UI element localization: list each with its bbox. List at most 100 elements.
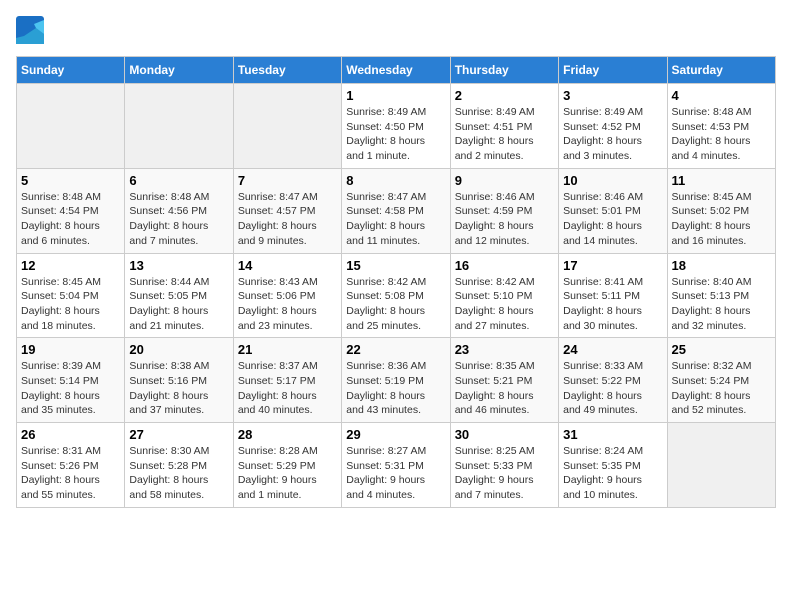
day-of-week-header: Friday [559, 57, 667, 84]
day-number: 3 [563, 88, 662, 103]
calendar-cell: 6 Sunrise: 8:48 AM Sunset: 4:56 PM Daylig… [125, 168, 233, 253]
day-info: Sunrise: 8:30 AM Sunset: 5:28 PM Dayligh… [129, 444, 228, 503]
day-of-week-header: Wednesday [342, 57, 450, 84]
day-number: 17 [563, 258, 662, 273]
calendar-cell: 22Sunrise: 8:36 AM Sunset: 5:19 PM Dayli… [342, 338, 450, 423]
calendar-cell: 23 Sunrise: 8:35 AM Sunset: 5:21 PM Dayli… [450, 338, 558, 423]
calendar-week-row: 1 Sunrise: 8:49 AM Sunset: 4:50 PM Daylig… [17, 84, 776, 169]
day-info: Sunrise: 8:45 AM Sunset: 5:02 PM Dayligh… [672, 190, 771, 249]
day-info: Sunrise: 8:46 AM Sunset: 4:59 PM Dayligh… [455, 190, 554, 249]
page-header [16, 16, 776, 44]
calendar-cell: 10 Sunrise: 8:46 AM Sunset: 5:01 PM Dayli… [559, 168, 667, 253]
calendar-cell: 15 Sunrise: 8:42 AM Sunset: 5:08 PM Dayli… [342, 253, 450, 338]
day-info: Sunrise: 8:49 AM Sunset: 4:52 PM Dayligh… [563, 105, 662, 164]
calendar-cell: 13 Sunrise: 8:44 AM Sunset: 5:05 PM Dayli… [125, 253, 233, 338]
day-info: Sunrise: 8:48 AM Sunset: 4:54 PM Dayligh… [21, 190, 120, 249]
day-of-week-header: Tuesday [233, 57, 341, 84]
day-number: 14 [238, 258, 337, 273]
day-number: 13 [129, 258, 228, 273]
day-info: Sunrise: 8:47 AM Sunset: 4:57 PM Dayligh… [238, 190, 337, 249]
day-info: Sunrise: 8:46 AM Sunset: 5:01 PM Dayligh… [563, 190, 662, 249]
calendar-cell: 26 Sunrise: 8:31 AM Sunset: 5:26 PM Dayli… [17, 423, 125, 508]
day-info: Sunrise: 8:24 AM Sunset: 5:35 PM Dayligh… [563, 444, 662, 503]
day-info: Sunrise: 8:45 AM Sunset: 5:04 PM Dayligh… [21, 275, 120, 334]
day-info: Sunrise: 8:44 AM Sunset: 5:05 PM Dayligh… [129, 275, 228, 334]
calendar-cell: 11 Sunrise: 8:45 AM Sunset: 5:02 PM Dayli… [667, 168, 775, 253]
calendar-cell: 4Sunrise: 8:48 AM Sunset: 4:53 PM Daylig… [667, 84, 775, 169]
day-number: 19 [21, 342, 120, 357]
day-number: 28 [238, 427, 337, 442]
day-number: 21 [238, 342, 337, 357]
calendar-cell: 27Sunrise: 8:30 AM Sunset: 5:28 PM Dayli… [125, 423, 233, 508]
calendar-cell: 31 Sunrise: 8:24 AM Sunset: 5:35 PM Dayli… [559, 423, 667, 508]
calendar-cell: 30 Sunrise: 8:25 AM Sunset: 5:33 PM Dayli… [450, 423, 558, 508]
day-info: Sunrise: 8:42 AM Sunset: 5:08 PM Dayligh… [346, 275, 445, 334]
calendar-cell: 19 Sunrise: 8:39 AM Sunset: 5:14 PM Dayli… [17, 338, 125, 423]
day-number: 7 [238, 173, 337, 188]
day-number: 8 [346, 173, 445, 188]
day-number: 16 [455, 258, 554, 273]
calendar-cell: 12 Sunrise: 8:45 AM Sunset: 5:04 PM Dayli… [17, 253, 125, 338]
logo-icon [16, 16, 44, 44]
day-number: 25 [672, 342, 771, 357]
calendar-cell: 18 Sunrise: 8:40 AM Sunset: 5:13 PM Dayli… [667, 253, 775, 338]
day-number: 12 [21, 258, 120, 273]
day-number: 6 [129, 173, 228, 188]
day-number: 2 [455, 88, 554, 103]
calendar-week-row: 19 Sunrise: 8:39 AM Sunset: 5:14 PM Dayli… [17, 338, 776, 423]
calendar-cell: 1 Sunrise: 8:49 AM Sunset: 4:50 PM Daylig… [342, 84, 450, 169]
day-number: 23 [455, 342, 554, 357]
day-number: 29 [346, 427, 445, 442]
calendar-cell: 21 Sunrise: 8:37 AM Sunset: 5:17 PM Dayli… [233, 338, 341, 423]
day-number: 15 [346, 258, 445, 273]
day-info: Sunrise: 8:47 AM Sunset: 4:58 PM Dayligh… [346, 190, 445, 249]
day-number: 31 [563, 427, 662, 442]
calendar-cell: 24 Sunrise: 8:33 AM Sunset: 5:22 PM Dayli… [559, 338, 667, 423]
calendar-cell: 3 Sunrise: 8:49 AM Sunset: 4:52 PM Daylig… [559, 84, 667, 169]
calendar-week-row: 12 Sunrise: 8:45 AM Sunset: 5:04 PM Dayli… [17, 253, 776, 338]
day-number: 1 [346, 88, 445, 103]
day-info: Sunrise: 8:32 AM Sunset: 5:24 PM Dayligh… [672, 359, 771, 418]
day-number: 4 [672, 88, 771, 103]
calendar-cell: 5 Sunrise: 8:48 AM Sunset: 4:54 PM Daylig… [17, 168, 125, 253]
calendar-cell [233, 84, 341, 169]
calendar-cell [125, 84, 233, 169]
day-number: 5 [21, 173, 120, 188]
calendar-cell: 16 Sunrise: 8:42 AM Sunset: 5:10 PM Dayli… [450, 253, 558, 338]
day-of-week-header: Monday [125, 57, 233, 84]
day-of-week-header: Saturday [667, 57, 775, 84]
calendar-cell: 20Sunrise: 8:38 AM Sunset: 5:16 PM Dayli… [125, 338, 233, 423]
calendar-cell [17, 84, 125, 169]
day-number: 24 [563, 342, 662, 357]
calendar-header-row: SundayMondayTuesdayWednesdayThursdayFrid… [17, 57, 776, 84]
calendar-cell [667, 423, 775, 508]
day-info: Sunrise: 8:40 AM Sunset: 5:13 PM Dayligh… [672, 275, 771, 334]
day-info: Sunrise: 8:25 AM Sunset: 5:33 PM Dayligh… [455, 444, 554, 503]
day-number: 22 [346, 342, 445, 357]
day-info: Sunrise: 8:48 AM Sunset: 4:56 PM Dayligh… [129, 190, 228, 249]
day-number: 20 [129, 342, 228, 357]
day-info: Sunrise: 8:42 AM Sunset: 5:10 PM Dayligh… [455, 275, 554, 334]
calendar-cell: 8 Sunrise: 8:47 AM Sunset: 4:58 PM Daylig… [342, 168, 450, 253]
day-info: Sunrise: 8:33 AM Sunset: 5:22 PM Dayligh… [563, 359, 662, 418]
day-info: Sunrise: 8:39 AM Sunset: 5:14 PM Dayligh… [21, 359, 120, 418]
day-number: 11 [672, 173, 771, 188]
calendar-cell: 25 Sunrise: 8:32 AM Sunset: 5:24 PM Dayli… [667, 338, 775, 423]
day-info: Sunrise: 8:37 AM Sunset: 5:17 PM Dayligh… [238, 359, 337, 418]
day-info: Sunrise: 8:49 AM Sunset: 4:50 PM Dayligh… [346, 105, 445, 164]
day-info: Sunrise: 8:31 AM Sunset: 5:26 PM Dayligh… [21, 444, 120, 503]
calendar-table: SundayMondayTuesdayWednesdayThursdayFrid… [16, 56, 776, 508]
day-number: 10 [563, 173, 662, 188]
day-of-week-header: Thursday [450, 57, 558, 84]
logo [16, 16, 46, 44]
calendar-cell: 17 Sunrise: 8:41 AM Sunset: 5:11 PM Dayli… [559, 253, 667, 338]
day-number: 9 [455, 173, 554, 188]
day-number: 18 [672, 258, 771, 273]
calendar-cell: 14Sunrise: 8:43 AM Sunset: 5:06 PM Dayli… [233, 253, 341, 338]
calendar-cell: 2Sunrise: 8:49 AM Sunset: 4:51 PM Daylig… [450, 84, 558, 169]
day-number: 26 [21, 427, 120, 442]
day-number: 30 [455, 427, 554, 442]
day-info: Sunrise: 8:41 AM Sunset: 5:11 PM Dayligh… [563, 275, 662, 334]
calendar-week-row: 5 Sunrise: 8:48 AM Sunset: 4:54 PM Daylig… [17, 168, 776, 253]
day-info: Sunrise: 8:35 AM Sunset: 5:21 PM Dayligh… [455, 359, 554, 418]
